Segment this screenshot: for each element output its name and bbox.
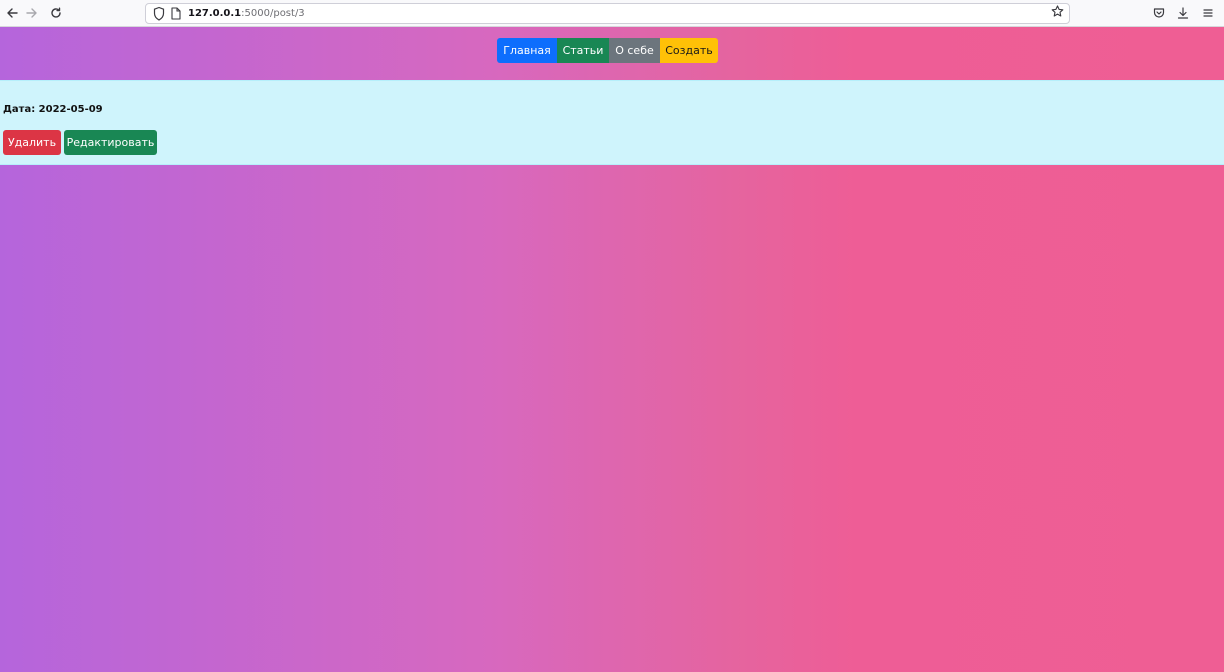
pocket-icon bbox=[1153, 8, 1165, 18]
arrow-right-icon bbox=[26, 8, 37, 18]
nav-about-link[interactable]: О себе bbox=[609, 38, 660, 63]
page-icon[interactable] bbox=[171, 7, 181, 20]
pocket-button[interactable] bbox=[1150, 4, 1168, 22]
bookmark-star-button[interactable] bbox=[1049, 5, 1065, 21]
url-host: 127.0.0.1 bbox=[188, 8, 242, 19]
downloads-button[interactable] bbox=[1174, 4, 1192, 22]
top-nav: Главная Статьи О себе Создать bbox=[0, 27, 1224, 80]
page-body: Главная Статьи О себе Создать Дата: 2022… bbox=[0, 27, 1224, 672]
arrow-left-icon bbox=[7, 8, 18, 18]
post-date: Дата: 2022-05-09 bbox=[3, 104, 103, 115]
app-menu-button[interactable] bbox=[1199, 4, 1217, 22]
nav-create-link[interactable]: Создать bbox=[660, 38, 718, 63]
url-text[interactable]: 127.0.0.1:5000/post/3 bbox=[188, 7, 305, 21]
browser-toolbar: 127.0.0.1:5000/post/3 bbox=[0, 0, 1224, 27]
download-icon bbox=[1177, 7, 1189, 19]
nav-button-group: Главная Статьи О себе Создать bbox=[497, 38, 718, 63]
nav-home-link[interactable]: Главная bbox=[497, 38, 557, 63]
nav-articles-link[interactable]: Статьи bbox=[557, 38, 609, 63]
hamburger-menu-icon bbox=[1203, 9, 1213, 17]
star-icon bbox=[1051, 5, 1063, 17]
edit-button[interactable]: Редактировать bbox=[64, 130, 157, 155]
reload-icon bbox=[51, 7, 61, 18]
post-card: Дата: 2022-05-09 Удалить Редактировать bbox=[0, 80, 1224, 165]
delete-button[interactable]: Удалить bbox=[3, 130, 61, 155]
reload-button[interactable] bbox=[44, 1, 68, 25]
url-bar[interactable]: 127.0.0.1:5000/post/3 bbox=[145, 3, 1070, 24]
url-path: :5000/post/3 bbox=[241, 8, 305, 19]
shield-icon[interactable] bbox=[152, 6, 166, 22]
forward-button[interactable] bbox=[20, 1, 44, 25]
